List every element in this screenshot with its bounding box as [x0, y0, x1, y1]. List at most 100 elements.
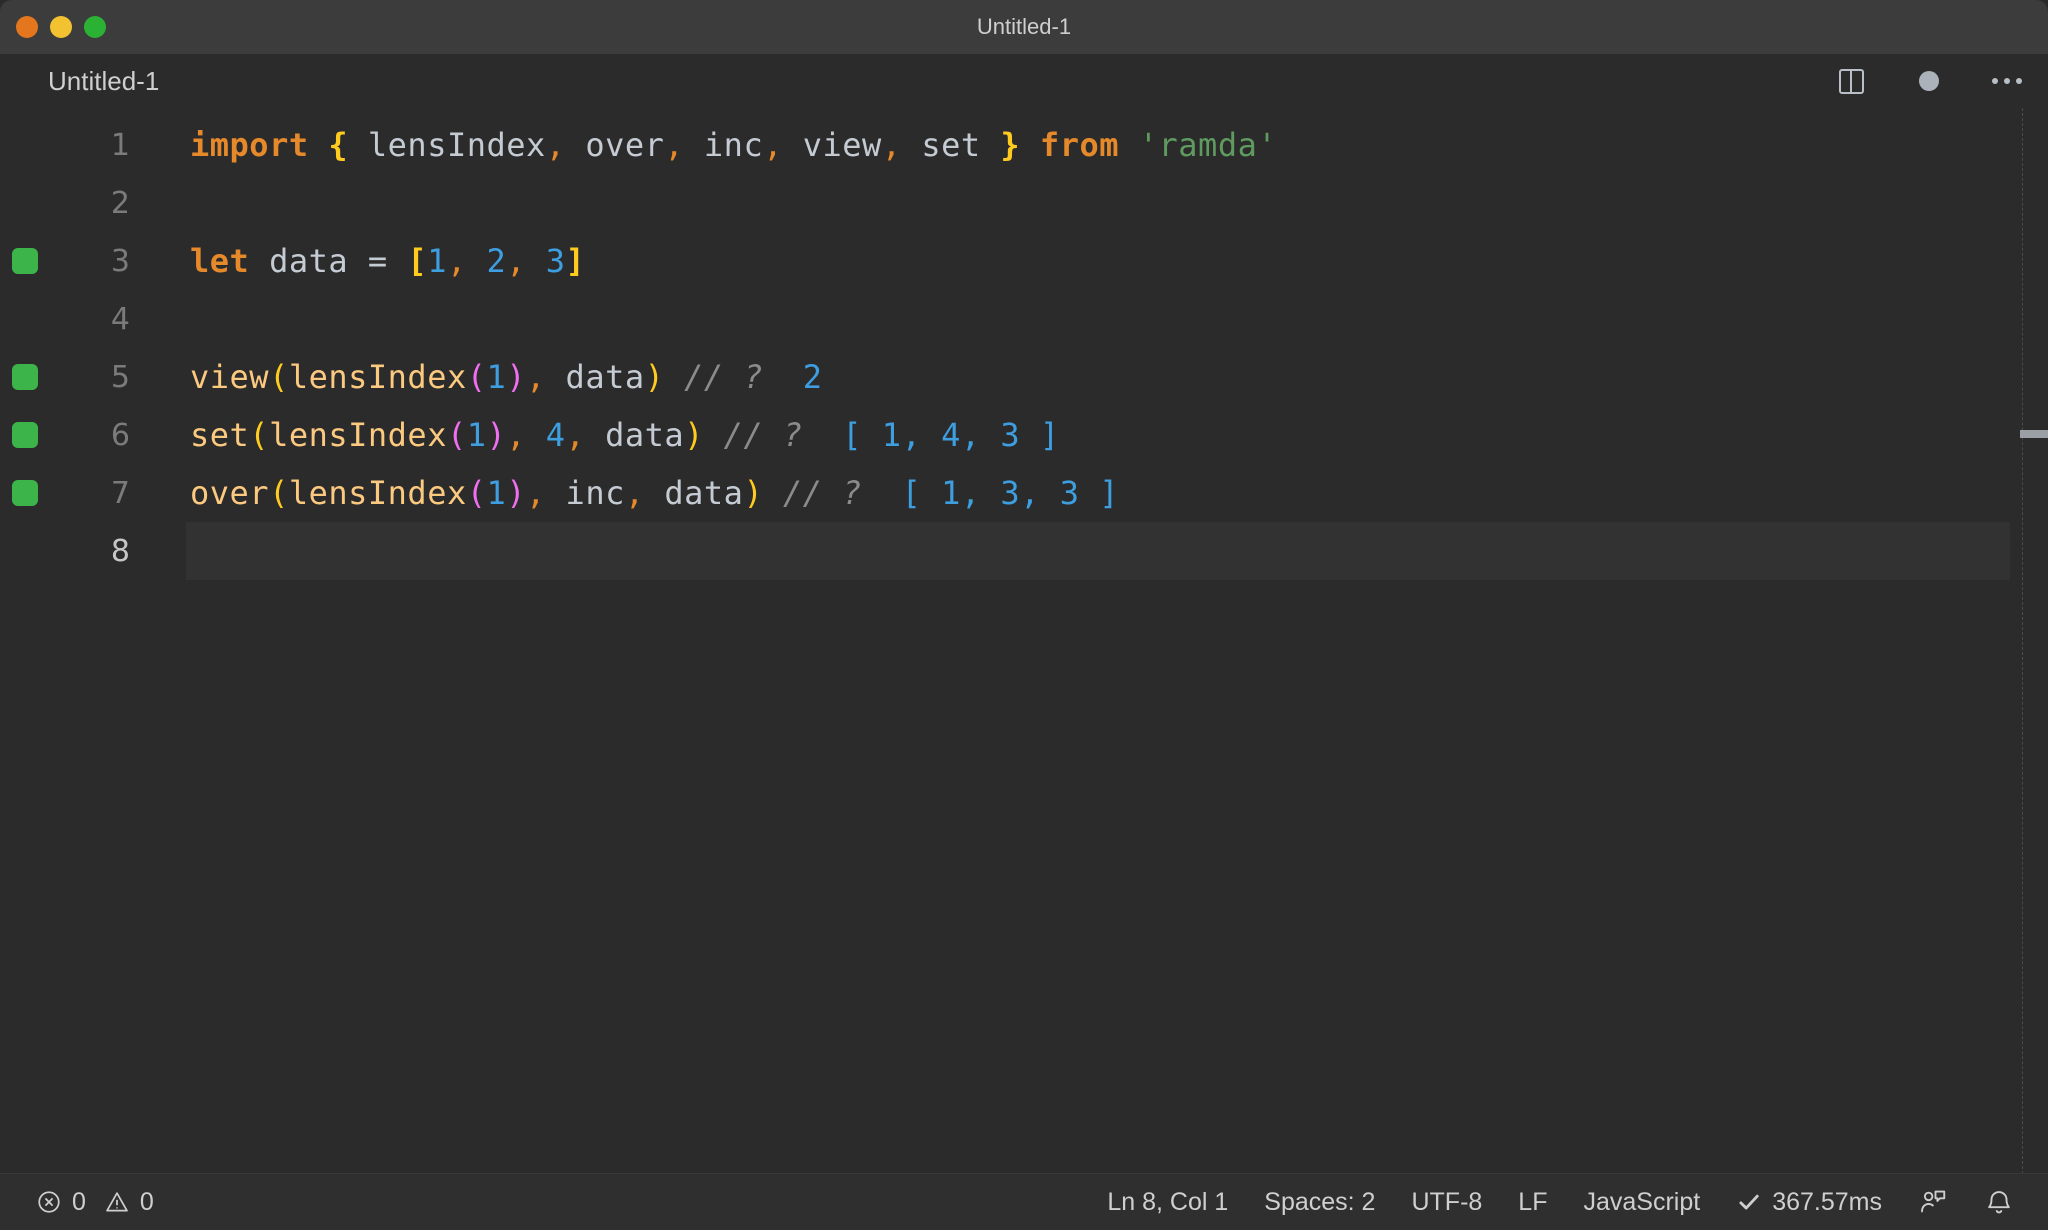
token-comma: , [565, 416, 586, 454]
line-number: 4 [110, 301, 130, 337]
token-result: [ 1, 4, 3 ] [842, 416, 1060, 454]
token-ident: data [644, 474, 744, 512]
token-num: 3 [545, 242, 566, 280]
code-line-4[interactable]: 4 [0, 290, 2048, 348]
feedback-person-icon[interactable] [1918, 1187, 1948, 1217]
token-paren2: ( [446, 416, 467, 454]
token-fn: over [190, 474, 270, 512]
bell-icon[interactable] [1984, 1187, 2014, 1217]
ruler-guide-line [2022, 108, 2024, 1174]
token-punct: = [367, 242, 388, 280]
token-comment: // ? [723, 416, 803, 454]
token-comment: // ? [684, 358, 764, 396]
error-count-value: 0 [72, 1187, 86, 1216]
token-fn: set [190, 416, 250, 454]
check-icon [1736, 1189, 1762, 1215]
token-paren1: ) [684, 416, 704, 454]
line-number: 1 [110, 127, 130, 163]
token-ident: over [565, 126, 665, 164]
token-ident: inc [684, 126, 764, 164]
token-num: 1 [486, 474, 507, 512]
status-right-group: Ln 8, Col 1 Spaces: 2 UTF-8 LF JavaScrip… [1107, 1187, 2014, 1217]
code-editor[interactable]: 1 import { lensIndex, over, inc, view, se… [0, 108, 2048, 1174]
encoding-setting[interactable]: UTF-8 [1411, 1188, 1482, 1217]
code-line-2[interactable]: 2 [0, 174, 2048, 232]
token-paren1: ) [644, 358, 665, 396]
token-punct [1119, 126, 1139, 164]
tab-untitled-1[interactable]: Untitled-1 [0, 54, 182, 108]
line-number: 5 [110, 359, 130, 395]
token-punct [664, 358, 684, 396]
token-comma: , [506, 242, 527, 280]
eol-setting[interactable]: LF [1518, 1188, 1547, 1217]
token-paren1: ) [743, 474, 764, 512]
token-ident: data [585, 416, 685, 454]
editor-tab-bar: Untitled-1 [0, 54, 2048, 108]
line-content: set(lensIndex(1), 4, data) // ? [ 1, 4, … [190, 416, 1060, 454]
split-editor-icon[interactable] [1836, 66, 1866, 96]
vscode-window: Untitled-1 Untitled-1 1 import { lensInde… [0, 0, 2048, 1230]
token-result: [ 1, 3, 3 ] [901, 474, 1119, 512]
status-bar: 0 0 Ln 8, Col 1 Spaces: 2 UTF-8 LF JavaS… [0, 1173, 2048, 1230]
token-punct [388, 242, 408, 280]
token-comma: , [624, 474, 645, 512]
token-ident: lensIndex [348, 126, 546, 164]
status-problems-group[interactable]: 0 0 [36, 1188, 154, 1217]
warning-count[interactable]: 0 [104, 1188, 154, 1217]
line-number: 3 [110, 243, 130, 279]
token-comma: , [506, 416, 527, 454]
token-punct [526, 416, 546, 454]
token-comma: , [881, 126, 902, 164]
run-time-status[interactable]: 367.57ms [1736, 1188, 1882, 1217]
token-num: 1 [486, 358, 507, 396]
token-bracket: [ [407, 242, 428, 280]
token-punct [309, 126, 329, 164]
indentation-setting[interactable]: Spaces: 2 [1264, 1188, 1375, 1217]
token-punct [763, 474, 783, 512]
token-paren2: ) [506, 474, 527, 512]
token-paren2: ( [466, 358, 487, 396]
run-time-value: 367.57ms [1772, 1187, 1882, 1216]
code-lines-container: 1 import { lensIndex, over, inc, view, se… [0, 116, 2048, 580]
token-comment: // ? [782, 474, 863, 512]
ruler-cursor-marker [2020, 430, 2048, 438]
token-kw: import [190, 126, 309, 164]
editor-actions-toolbar [1836, 54, 2022, 108]
line-number: 2 [110, 185, 130, 221]
warning-count-value: 0 [139, 1187, 154, 1216]
cursor-position[interactable]: Ln 8, Col 1 [1107, 1188, 1228, 1217]
language-mode[interactable]: JavaScript [1583, 1188, 1700, 1217]
token-comma: , [545, 126, 566, 164]
code-line-3[interactable]: 3 let data = [1, 2, 3] [0, 232, 2048, 290]
error-count[interactable]: 0 [36, 1188, 86, 1217]
unsaved-dot-icon[interactable] [1914, 66, 1944, 96]
token-ident: data [545, 358, 645, 396]
line-content: over(lensIndex(1), inc, data) // ? [ 1, … [190, 474, 1119, 512]
token-ident: view [782, 126, 882, 164]
token-num: 1 [427, 242, 447, 280]
code-line-5[interactable]: 5 view(lensIndex(1), data) // ? 2 [0, 348, 2048, 406]
token-paren2: ( [466, 474, 487, 512]
line-content: let data = [1, 2, 3] [190, 242, 585, 280]
token-comma: , [526, 474, 546, 512]
more-actions-icon[interactable] [1992, 66, 2022, 96]
token-punct [704, 416, 724, 454]
token-kw: let [190, 242, 250, 280]
token-paren1: ( [269, 474, 289, 512]
code-line-1[interactable]: 1 import { lensIndex, over, inc, view, se… [0, 116, 2048, 174]
code-line-7[interactable]: 7 over(lensIndex(1), inc, data) // ? [ 1,… [0, 464, 2048, 522]
token-result: 2 [802, 358, 823, 396]
token-num: 4 [545, 416, 566, 454]
code-line-6[interactable]: 6 set(lensIndex(1), 4, data) // ? [ 1, 4,… [0, 406, 2048, 464]
token-punct [862, 474, 902, 512]
error-circle-x-icon [36, 1189, 62, 1215]
token-punct [526, 242, 546, 280]
code-line-8[interactable]: 8 [0, 522, 2048, 580]
line-content: view(lensIndex(1), data) // ? 2 [190, 358, 823, 396]
token-ident: inc [545, 474, 625, 512]
token-num: 1 [466, 416, 487, 454]
token-ident: data [249, 242, 368, 280]
window-title: Untitled-1 [976, 14, 1072, 39]
overview-ruler[interactable] [2010, 108, 2048, 1174]
token-paren1: ( [249, 416, 270, 454]
